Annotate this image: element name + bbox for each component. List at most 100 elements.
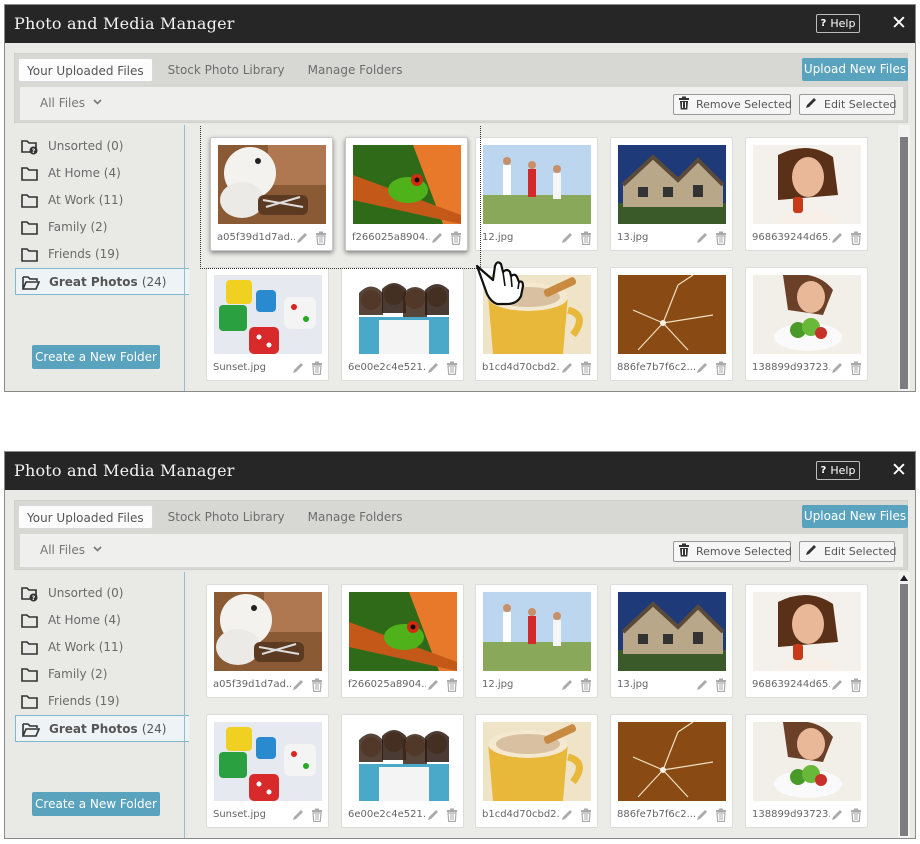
pencil-icon[interactable] — [695, 678, 709, 695]
file-filter-dropdown[interactable]: All Files — [40, 543, 102, 557]
sidebar-item-great-photos[interactable]: Great Photos (24) — [15, 715, 191, 742]
sidebar-item-great-photos[interactable]: Great Photos (24) — [15, 268, 191, 295]
trash-icon[interactable] — [580, 678, 592, 695]
trash-icon[interactable] — [850, 678, 862, 695]
tab-your-uploaded-files[interactable]: Your Uploaded Files — [18, 505, 153, 529]
photo-card[interactable]: 138899d93723... — [745, 714, 868, 828]
photo-thumbnail-walkers — [483, 592, 591, 671]
pencil-icon[interactable] — [291, 361, 305, 378]
photo-card[interactable]: Sunset.jpg — [206, 714, 329, 828]
pencil-icon[interactable] — [830, 231, 844, 248]
pencil-icon[interactable] — [830, 678, 844, 695]
create-new-folder-button[interactable]: Create a New Folder — [32, 345, 160, 369]
photo-card[interactable]: 6e00e2c4e521... — [341, 267, 464, 381]
photo-card[interactable]: 12.jpg — [475, 137, 598, 251]
pencil-icon[interactable] — [291, 678, 305, 695]
photo-card[interactable]: 13.jpg — [610, 584, 733, 698]
photo-card[interactable]: b1cd4d70cbd2... — [475, 714, 598, 828]
trash-icon[interactable] — [580, 808, 592, 825]
pencil-icon[interactable] — [560, 678, 574, 695]
trash-icon[interactable] — [715, 231, 727, 248]
edit-selected-button[interactable]: Edit Selected — [799, 541, 896, 562]
tab-stock-photo-library[interactable]: Stock Photo Library — [160, 58, 293, 82]
grid-scrollbar[interactable] — [898, 125, 910, 391]
remove-selected-label: Remove Selected — [696, 545, 792, 558]
help-button[interactable]: ? Help — [816, 461, 860, 480]
pencil-icon[interactable] — [695, 361, 709, 378]
sidebar-item-at-home[interactable]: At Home (4) — [9, 607, 185, 634]
pencil-icon[interactable] — [830, 361, 844, 378]
sidebar-item-friends[interactable]: Friends (19) — [9, 688, 185, 715]
pencil-icon[interactable] — [830, 808, 844, 825]
tab-your-uploaded-files[interactable]: Your Uploaded Files — [18, 58, 153, 82]
scroll-up-arrow-icon[interactable] — [899, 574, 909, 584]
photo-card[interactable]: 968639244d65... — [745, 584, 868, 698]
photo-filename: Sunset.jpg — [213, 362, 266, 373]
action-bar: All Files Remove Selected Edit Selected — [20, 534, 903, 567]
pencil-icon[interactable] — [291, 808, 305, 825]
toolbar: Your Uploaded Files Stock Photo Library … — [14, 53, 908, 123]
scrollbar-thumb[interactable] — [900, 137, 908, 389]
photo-card[interactable]: 6e00e2c4e521... — [341, 714, 464, 828]
sidebar-item-unsorted[interactable]: ? Unsorted (0) — [9, 580, 185, 607]
trash-icon[interactable] — [311, 678, 323, 695]
pencil-icon[interactable] — [426, 361, 440, 378]
sidebar-item-at-home[interactable]: At Home (4) — [9, 160, 185, 187]
sidebar-item-family[interactable]: Family (2) — [9, 214, 185, 241]
trash-icon[interactable] — [311, 361, 323, 378]
tab-stock-photo-library[interactable]: Stock Photo Library — [160, 505, 293, 529]
trash-icon[interactable] — [715, 678, 727, 695]
pencil-icon[interactable] — [560, 808, 574, 825]
trash-icon[interactable] — [850, 231, 862, 248]
remove-selected-button[interactable]: Remove Selected — [673, 541, 792, 562]
remove-selected-button[interactable]: Remove Selected — [673, 94, 792, 115]
tab-manage-folders[interactable]: Manage Folders — [300, 58, 411, 82]
folder-sidebar: ? Unsorted (0) At Home (4) At Work (11) … — [9, 125, 191, 391]
sidebar-item-unsorted[interactable]: ? Unsorted (0) — [9, 133, 185, 160]
upload-new-files-button[interactable]: Upload New Files — [802, 505, 908, 528]
trash-icon[interactable] — [715, 361, 727, 378]
grid-scrollbar[interactable] — [898, 572, 910, 838]
photo-card[interactable]: 886fe7b7f6c2... — [610, 267, 733, 381]
toolbar: Your Uploaded Files Stock Photo Library … — [14, 500, 908, 570]
sidebar-item-at-work[interactable]: At Work (11) — [9, 187, 185, 214]
trash-icon[interactable] — [580, 231, 592, 248]
pencil-icon[interactable] — [426, 678, 440, 695]
create-new-folder-button[interactable]: Create a New Folder — [32, 792, 160, 816]
file-filter-dropdown[interactable]: All Files — [40, 96, 102, 110]
folder-icon — [21, 667, 39, 686]
trash-icon[interactable] — [311, 808, 323, 825]
photo-card[interactable]: 968639244d65... — [745, 137, 868, 251]
sidebar-item-friends[interactable]: Friends (19) — [9, 241, 185, 268]
filter-value: All Files — [40, 96, 86, 110]
photo-card[interactable]: f266025a8904... — [341, 584, 464, 698]
pencil-icon[interactable] — [426, 808, 440, 825]
photo-card[interactable]: 13.jpg — [610, 137, 733, 251]
pencil-icon[interactable] — [695, 231, 709, 248]
close-icon[interactable]: ✕ — [890, 11, 908, 35]
trash-icon[interactable] — [580, 361, 592, 378]
photo-filename: b1cd4d70cbd2... — [482, 809, 560, 820]
help-button[interactable]: ? Help — [816, 14, 860, 33]
trash-icon[interactable] — [850, 808, 862, 825]
pencil-icon[interactable] — [560, 231, 574, 248]
photo-card[interactable]: 886fe7b7f6c2... — [610, 714, 733, 828]
upload-new-files-button[interactable]: Upload New Files — [802, 58, 908, 81]
photo-card[interactable]: Sunset.jpg — [206, 267, 329, 381]
tab-manage-folders[interactable]: Manage Folders — [300, 505, 411, 529]
photo-card[interactable]: 12.jpg — [475, 584, 598, 698]
trash-icon[interactable] — [715, 808, 727, 825]
photo-card[interactable]: 138899d93723... — [745, 267, 868, 381]
pencil-icon[interactable] — [560, 361, 574, 378]
pencil-icon[interactable] — [695, 808, 709, 825]
edit-selected-button[interactable]: Edit Selected — [799, 94, 896, 115]
trash-icon[interactable] — [446, 678, 458, 695]
trash-icon[interactable] — [446, 361, 458, 378]
close-icon[interactable]: ✕ — [890, 458, 908, 482]
sidebar-item-at-work[interactable]: At Work (11) — [9, 634, 185, 661]
scrollbar-thumb[interactable] — [900, 584, 908, 836]
trash-icon[interactable] — [850, 361, 862, 378]
photo-card[interactable]: a05f39d1d7ad... — [206, 584, 329, 698]
sidebar-item-family[interactable]: Family (2) — [9, 661, 185, 688]
trash-icon[interactable] — [446, 808, 458, 825]
